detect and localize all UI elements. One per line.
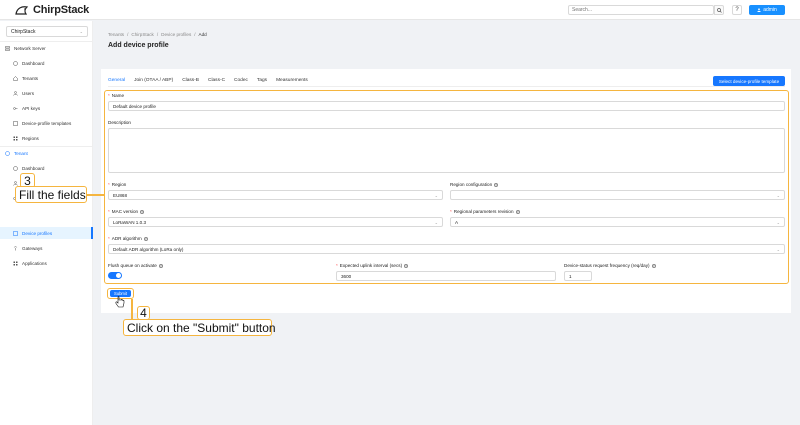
tab-measurements[interactable]: Measurements xyxy=(276,76,308,86)
sidebar-item-device-profile-templates[interactable]: Device-profile templates xyxy=(0,117,93,129)
step-3-connector xyxy=(87,194,104,196)
sidebar-item-label: Dashboard xyxy=(22,165,45,171)
tab-bar: General Join (OTAA / ABP) Class-B Class-… xyxy=(108,76,308,87)
applications-icon xyxy=(13,261,18,266)
key-icon xyxy=(13,106,18,111)
sidebar-item-label: Users xyxy=(22,90,34,96)
template-icon xyxy=(13,120,18,126)
tab-tags[interactable]: Tags xyxy=(257,76,267,86)
sidebar-item-label: Applications xyxy=(22,260,47,266)
breadcrumb-device-profiles[interactable]: Device profiles xyxy=(161,32,191,37)
top-bar: ChirpStack ? admin xyxy=(0,0,800,20)
search-icon xyxy=(716,7,722,13)
sidebar-group-network-server[interactable]: Network Server xyxy=(0,42,93,54)
search-field[interactable] xyxy=(568,5,714,15)
search-input[interactable] xyxy=(569,6,713,14)
dashboard-icon xyxy=(13,165,18,171)
user-icon xyxy=(13,180,18,186)
sidebar-item-gateways[interactable]: Gateways xyxy=(0,242,93,254)
breadcrumb-tenants[interactable]: Tenants xyxy=(108,32,124,37)
user-icon xyxy=(757,8,761,12)
tab-general[interactable]: General xyxy=(108,76,126,87)
fields-highlight xyxy=(104,90,789,284)
step-4-label: Click on the "Submit" button xyxy=(123,319,276,336)
logo-text: ChirpStack xyxy=(33,4,90,16)
sidebar-item-label: Dashboard xyxy=(22,60,45,66)
sidebar-item-tenant-dashboard[interactable]: Dashboard xyxy=(0,162,93,174)
sidebar-group-tenant[interactable]: Tenant xyxy=(0,147,93,159)
hand-cursor-icon xyxy=(115,296,125,308)
tab-class-c[interactable]: Class-C xyxy=(208,76,225,86)
search-button[interactable] xyxy=(714,5,724,15)
regions-icon xyxy=(13,136,18,141)
chevron-down-icon: ⌄ xyxy=(79,29,83,34)
user-menu-button[interactable]: admin xyxy=(749,5,785,15)
sidebar-item-label: Regions xyxy=(22,135,39,141)
server-icon xyxy=(5,45,10,51)
breadcrumb-separator: / xyxy=(156,32,159,37)
breadcrumb-add: Add xyxy=(198,32,207,37)
sidebar-item-regions[interactable]: Regions xyxy=(0,132,93,144)
tenant-icon xyxy=(5,150,10,156)
select-template-button[interactable]: Select device-profile template xyxy=(713,76,785,86)
sidebar-item-users[interactable]: Users xyxy=(0,87,93,99)
breadcrumb: Tenants / ChirpStack / Device profiles /… xyxy=(108,32,207,37)
sidebar-item-device-profiles[interactable]: Device profiles xyxy=(0,227,93,239)
chirpstack-logo[interactable]: ChirpStack xyxy=(14,4,89,16)
sidebar-item-dashboard[interactable]: Dashboard xyxy=(0,57,93,69)
help-button[interactable]: ? xyxy=(732,5,742,15)
logo-icon xyxy=(15,5,29,15)
tabs-divider xyxy=(108,86,785,87)
dashboard-icon xyxy=(13,60,18,66)
sidebar-item-api-keys[interactable]: API keys xyxy=(0,102,93,114)
tab-join[interactable]: Join (OTAA / ABP) xyxy=(134,76,173,86)
step-4-connector xyxy=(131,299,133,319)
tab-codec[interactable]: Codec xyxy=(234,76,248,86)
device-profile-icon xyxy=(13,230,18,236)
tab-class-b[interactable]: Class-B xyxy=(182,76,199,86)
sidebar-item-label: API keys xyxy=(22,105,41,111)
home-icon xyxy=(13,75,18,81)
step-3-label: Fill the fields xyxy=(15,186,87,203)
step-4-number: 4 xyxy=(137,306,150,320)
tenant-select[interactable]: ChirpStack ⌄ xyxy=(6,26,88,37)
breadcrumb-separator: / xyxy=(194,32,196,37)
sidebar-item-label: Device-profile templates xyxy=(22,120,72,126)
sidebar-item-label: Device profiles xyxy=(22,230,53,236)
sidebar-item-applications[interactable]: Applications xyxy=(0,257,93,269)
user-icon xyxy=(13,90,18,96)
user-menu-label: admin xyxy=(763,7,777,13)
breadcrumb-separator: / xyxy=(127,32,129,37)
sidebar-item-label: Tenants xyxy=(22,75,39,81)
page-title: Add device profile xyxy=(108,42,169,49)
sidebar-item-label: Gateways xyxy=(22,245,43,251)
sidebar-group-label: Tenant xyxy=(14,150,28,156)
sidebar: ChirpStack ⌄ Network Server Dashboard Te… xyxy=(0,21,93,425)
help-icon: ? xyxy=(735,7,739,13)
sidebar-item-tenants[interactable]: Tenants xyxy=(0,72,93,84)
tenant-select-value: ChirpStack xyxy=(11,28,36,35)
sidebar-group-label: Network Server xyxy=(14,45,46,51)
gateway-icon xyxy=(13,246,18,251)
breadcrumb-chirpstack[interactable]: ChirpStack xyxy=(131,32,153,37)
